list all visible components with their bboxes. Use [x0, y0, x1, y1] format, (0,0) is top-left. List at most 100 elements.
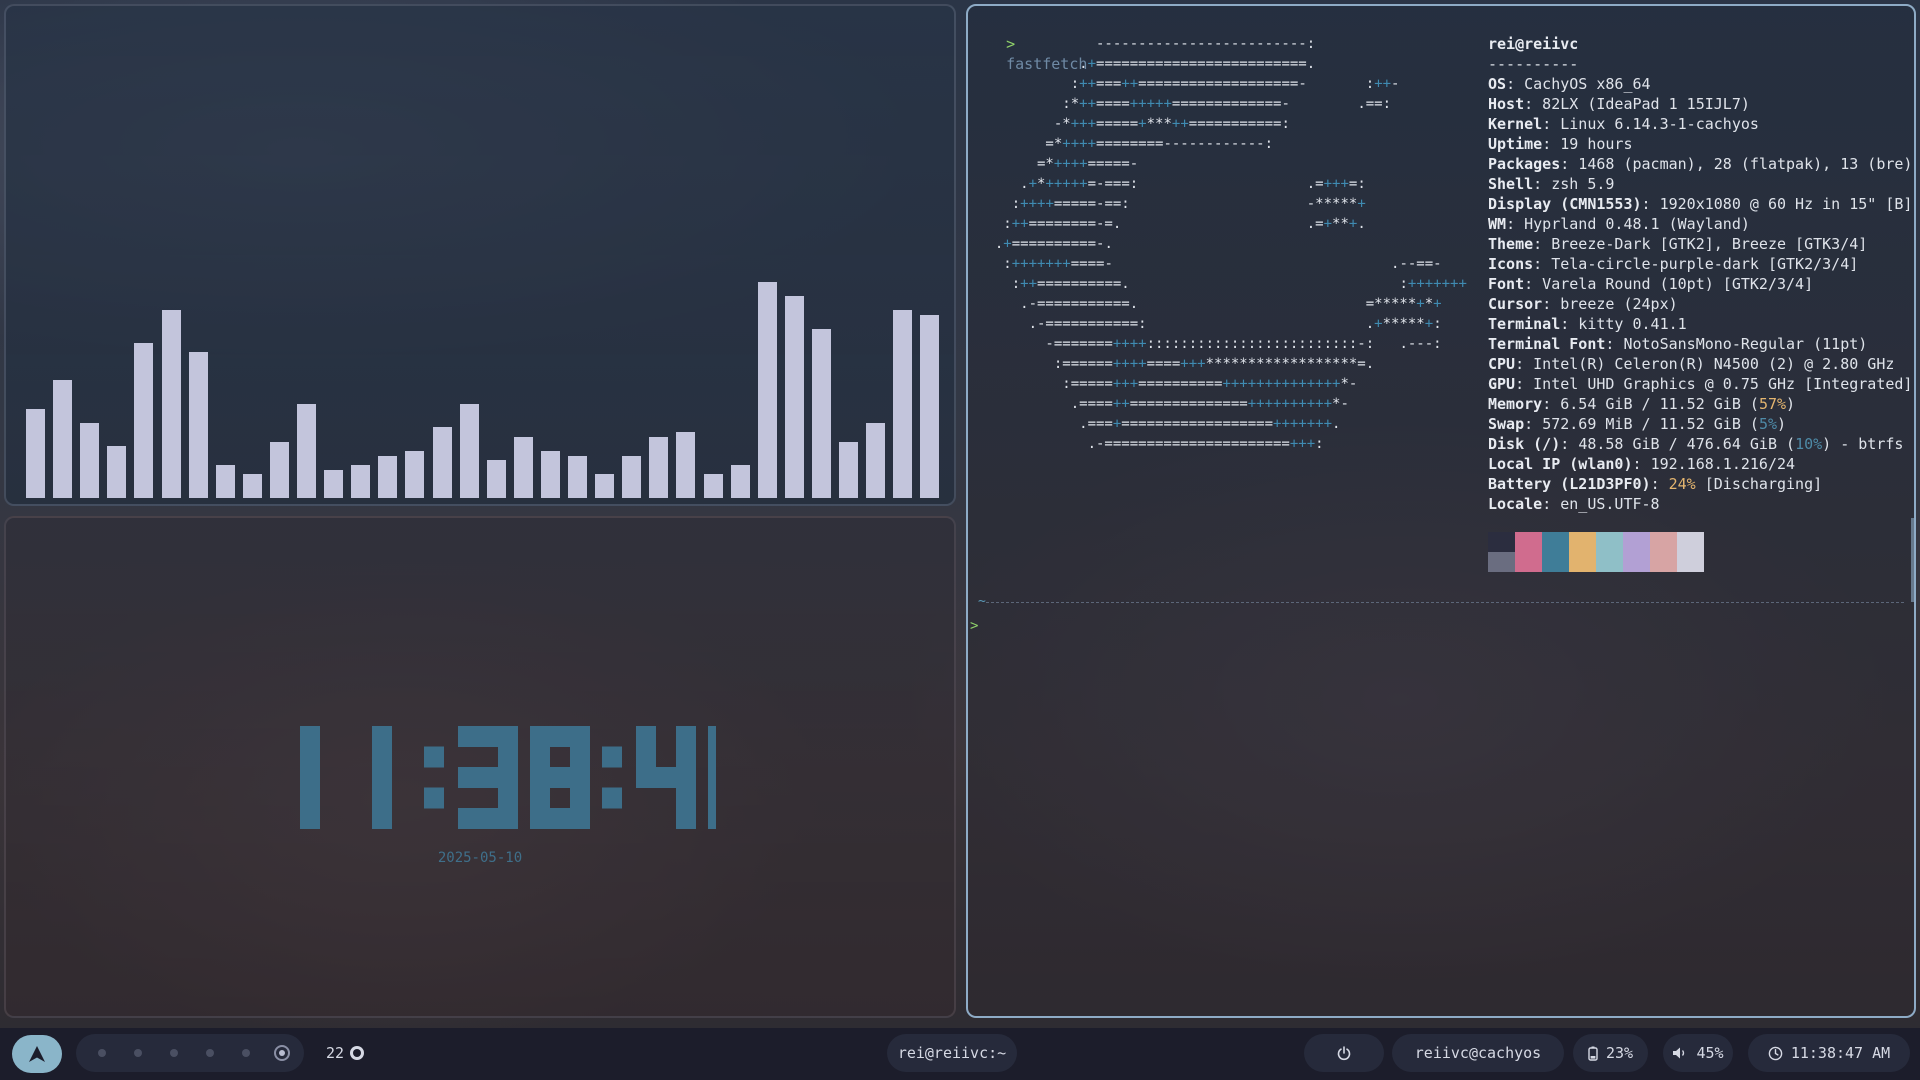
visualizer-bar — [405, 451, 424, 498]
palette-swatch — [1650, 532, 1677, 572]
distro-ascii-logo: -------------------------: .+===========… — [978, 34, 1467, 454]
visualizer-bar — [80, 423, 99, 498]
input-prompt[interactable]: > — [970, 618, 978, 634]
visualizer-bar — [107, 446, 126, 498]
terminal-window[interactable]: > fastfetch -------------------------: .… — [966, 4, 1916, 1018]
visualizer-bar — [731, 465, 750, 498]
taskbar: 22 rei@reiivc:~ reiivc@cachyos 23% 45% 1… — [0, 1028, 1920, 1080]
visualizer-bar — [487, 460, 506, 498]
visualizer-bar — [920, 315, 939, 498]
visualizer-bar — [541, 451, 560, 498]
visualizer-bar — [893, 310, 912, 498]
workspace-2[interactable] — [134, 1049, 142, 1057]
visualizer-bar — [514, 437, 533, 498]
speaker-icon — [1673, 1047, 1685, 1059]
ascii-logo-line: .+==========-. — [978, 236, 1113, 252]
ascii-logo-line: =*++++=====- — [978, 156, 1139, 172]
ascii-logo-line: =*++++========------------: — [978, 136, 1274, 152]
app-launcher-button[interactable] — [12, 1035, 62, 1073]
ascii-logo-line: :++++=====-==: -*****+ — [978, 196, 1366, 212]
visualizer-bar — [595, 474, 614, 498]
volume-control[interactable]: 45% — [1663, 1034, 1733, 1072]
info-row: Shell: zsh 5.9 — [1488, 175, 1615, 193]
clock-time-display — [300, 726, 716, 829]
visualizer-bar — [433, 427, 452, 498]
info-row: CPU: Intel(R) Celeron(R) N4500 (2) @ 2.8… — [1488, 355, 1895, 373]
ascii-logo-line: .+*+++++=-===: .=+++=: — [978, 176, 1366, 192]
info-locale: Locale: en_US.UTF-8 — [1488, 495, 1660, 513]
visualizer-bar — [378, 456, 397, 498]
visualizer-bar — [812, 329, 831, 498]
visualizer-bar — [324, 470, 343, 498]
visualizer-bar — [26, 409, 45, 498]
visualizer-bars — [26, 28, 946, 498]
updates-indicator[interactable]: 22 — [326, 1034, 365, 1072]
palette-swatch — [1542, 532, 1569, 572]
visualizer-bar — [839, 442, 858, 498]
ascii-logo-line: -*+++=====+***++===========: — [978, 116, 1290, 132]
active-window-title[interactable]: rei@reiivc:~ — [887, 1034, 1017, 1072]
ascii-logo-line: .===+==================+++++++. — [978, 416, 1341, 432]
ascii-logo-line: .-===========. =*****+*+ — [978, 296, 1442, 312]
info-memory: Memory: 6.54 GiB / 11.52 GiB (57%) — [1488, 395, 1796, 413]
ascii-logo-line: :++==========. :+++++++ — [978, 276, 1467, 292]
color-palette — [1488, 532, 1704, 572]
visualizer-bar — [297, 404, 316, 498]
workspace-3[interactable] — [170, 1049, 178, 1057]
palette-swatch — [1623, 532, 1650, 572]
info-row: OS: CachyOS x86_64 — [1488, 75, 1651, 93]
volume-percent: 45% — [1696, 1044, 1724, 1062]
info-row: Terminal Font: NotoSansMono-Regular (11p… — [1488, 335, 1868, 353]
info-row: Host: 82LX (IdeaPad 1 15IJL7) — [1488, 95, 1750, 113]
workspace-switcher[interactable] — [76, 1034, 304, 1072]
visualizer-bar — [162, 310, 181, 498]
ascii-logo-line: :*++====+++++=============- .==: — [978, 96, 1392, 112]
audio-visualizer-window[interactable] — [4, 4, 956, 506]
visualizer-bar — [568, 456, 587, 498]
info-battery: Battery (L21D3PF0): 24% [Discharging] — [1488, 475, 1823, 493]
visualizer-bar — [785, 296, 804, 498]
visualizer-bar — [270, 442, 289, 498]
info-row: Cursor: breeze (24px) — [1488, 295, 1678, 313]
ascii-logo-line: .====++==============++++++++++*- — [978, 396, 1349, 412]
visualizer-bar — [189, 352, 208, 498]
palette-swatch — [1569, 532, 1596, 572]
ascii-logo-line: :+++++++====- .--==- — [978, 256, 1442, 272]
workspace-active[interactable] — [274, 1045, 290, 1061]
power-icon — [1337, 1046, 1351, 1061]
visualizer-bar — [216, 465, 235, 498]
workspace-5[interactable] — [242, 1049, 250, 1057]
visualizer-bar — [243, 474, 262, 498]
visualizer-bar — [134, 343, 153, 498]
user-host: rei@reiivc — [1488, 35, 1579, 53]
info-row: WM: Hyprland 0.48.1 (Wayland) — [1488, 215, 1750, 233]
updates-count: 22 — [326, 1044, 345, 1062]
ascii-logo-line: .-===========: .+*****+: — [978, 316, 1442, 332]
ascii-logo-line: :======++++====+++******************=. — [978, 356, 1375, 372]
system-info: rei@reiivc ---------- OS: CachyOS x86_64… — [1488, 34, 1914, 514]
battery-icon — [1588, 1046, 1598, 1061]
clock-window[interactable]: 2025-05-10 — [4, 516, 956, 1018]
cwd-tilde: ~ — [978, 594, 986, 609]
visualizer-bar — [704, 474, 723, 498]
visualizer-bar — [53, 380, 72, 498]
info-disk: Disk (/): 48.58 GiB / 476.64 GiB (10%) -… — [1488, 435, 1904, 453]
workspace-1[interactable] — [98, 1049, 106, 1057]
ascii-logo-line: -------------------------: — [978, 36, 1316, 52]
ascii-logo-line: -=======++++:::::::::::::::::::::::::-: … — [978, 336, 1442, 352]
battery-percent: 23% — [1605, 1044, 1634, 1062]
info-row: Kernel: Linux 6.14.3-1-cachyos — [1488, 115, 1759, 133]
info-row: Theme: Breeze-Dark [GTK2], Breeze [GTK3/… — [1488, 235, 1868, 253]
ascii-logo-line: :++===++===================- :++- — [978, 76, 1400, 92]
palette-swatch — [1677, 532, 1704, 572]
ascii-logo-line: .+=========================. — [978, 56, 1316, 72]
battery-status[interactable]: 23% — [1573, 1034, 1648, 1072]
scrollbar[interactable] — [1911, 518, 1914, 602]
taskbar-time: 11:38:47 AM — [1790, 1044, 1891, 1062]
host-label[interactable]: reiivc@cachyos — [1392, 1034, 1564, 1072]
visualizer-bar — [676, 432, 695, 498]
workspace-4[interactable] — [206, 1049, 214, 1057]
clock-widget[interactable]: 11:38:47 AM — [1748, 1034, 1910, 1072]
ascii-logo-line: :=====+++==========++++++++++++++*- — [978, 376, 1358, 392]
power-button[interactable] — [1304, 1034, 1384, 1072]
